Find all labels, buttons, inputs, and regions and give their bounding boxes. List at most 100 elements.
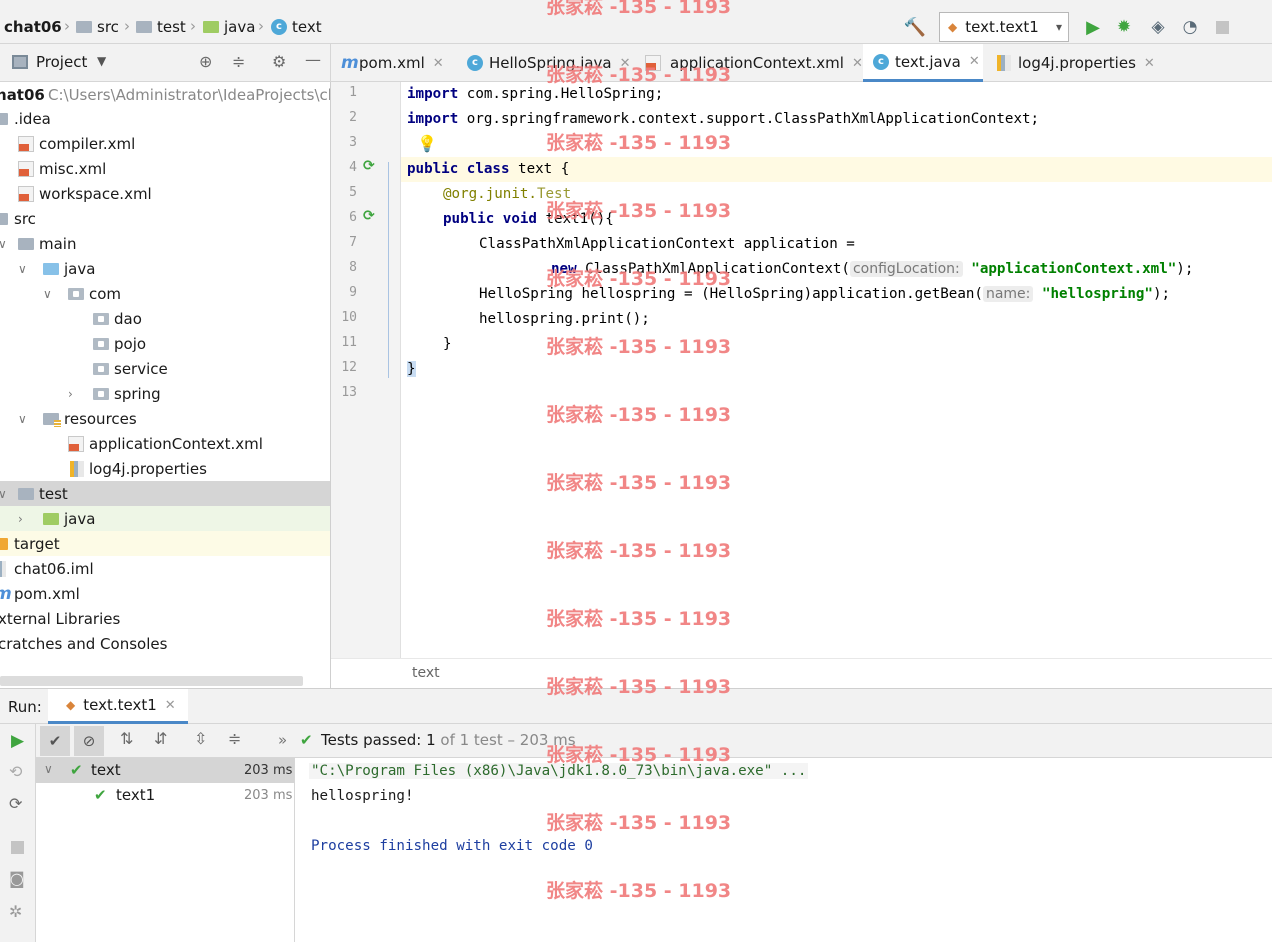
code-editor[interactable]: 1 2 3 4 5 6 7 8 9 10 11 12 13 ⟳ ⟳ 💡 impo… [331, 82, 1272, 658]
chevron-down-icon[interactable]: ∨ [44, 762, 53, 776]
show-ignored-icon[interactable]: ⊘ [74, 726, 104, 756]
code-line-12: } [407, 361, 416, 377]
chevron-right-icon[interactable]: › [18, 512, 30, 526]
chevron-right-icon[interactable]: › [68, 387, 80, 401]
lightbulb-icon[interactable]: 💡 [417, 134, 437, 153]
tab-label: log4j.properties [1018, 54, 1136, 72]
minimize-icon[interactable]: — [305, 50, 321, 69]
test-row-text1[interactable]: ✔ text1 203 ms [36, 783, 294, 808]
chevron-down-icon[interactable]: ∨ [0, 237, 10, 251]
resources-folder-icon [43, 412, 61, 427]
tree-label: dao [114, 309, 142, 328]
chevron-down-icon[interactable]: ∨ [18, 412, 30, 426]
stop-icon[interactable] [1210, 15, 1234, 39]
tree-node-idea[interactable]: .idea [0, 106, 330, 131]
locate-icon[interactable]: ⊕ [199, 52, 212, 71]
root-label: hchat06at06 [0, 85, 45, 104]
build-hammer-icon[interactable]: 🔨 [902, 14, 928, 40]
tree-node-log4j-properties[interactable]: log4j.properties [0, 456, 330, 481]
watermark-text: 张家菘 -135 - 1193 [546, 608, 732, 630]
run-icon[interactable]: ▶ [1081, 15, 1105, 39]
breadcrumb-project[interactable]: chat06 [4, 16, 62, 38]
editor-breadcrumb-item[interactable]: text [412, 665, 440, 681]
tree-node-com[interactable]: ∨ com [0, 281, 330, 306]
close-icon[interactable]: ✕ [852, 56, 863, 71]
tree-node-applicationcontext-xml[interactable]: applicationContext.xml [0, 431, 330, 456]
tree-node-pom-xml[interactable]: mpom.xml [0, 581, 330, 606]
horizontal-scrollbar[interactable] [0, 676, 303, 686]
expand-all-icon[interactable]: ⇳ [194, 729, 207, 748]
tree-node-service[interactable]: service [0, 356, 330, 381]
package-icon [93, 362, 109, 375]
tree-node-workspace-xml[interactable]: workspace.xml [0, 181, 330, 206]
test-row-text[interactable]: ∨ ✔ text 203 ms [36, 758, 294, 783]
sort-alpha-icon[interactable]: ⇅ [120, 729, 133, 748]
profile-icon[interactable]: ◔ [1178, 15, 1202, 39]
tree-node-dao[interactable]: dao [0, 306, 330, 331]
tree-node-test-java[interactable]: › java [0, 506, 330, 531]
tree-node-spring[interactable]: › spring [0, 381, 330, 406]
gear-icon[interactable]: ⚙ [272, 52, 286, 71]
debug-icon[interactable]: ✹ [1112, 15, 1136, 39]
line-number: 6 [349, 210, 357, 225]
breadcrumb-text[interactable]: c text [271, 16, 322, 38]
stop-icon[interactable] [11, 841, 24, 854]
tree-node-pojo[interactable]: pojo [0, 331, 330, 356]
run-config-select[interactable]: ◆ text.text1 ▾ [939, 12, 1069, 42]
collapse-all-icon[interactable]: ≑ [232, 52, 245, 71]
tree-node-main-java[interactable]: ∨ java [0, 256, 330, 281]
tree-node-external-libraries[interactable]: xternal Libraries [0, 606, 330, 631]
sort-duration-icon[interactable]: ⇵ [154, 729, 167, 748]
line-number: 2 [349, 110, 357, 125]
xml-file-icon [18, 185, 34, 202]
show-passed-icon[interactable]: ✔ [40, 726, 70, 756]
console-output[interactable]: "C:\Program Files (x86)\Java\jdk1.8.0_73… [295, 758, 1272, 942]
chevron-down-icon[interactable]: ∨ [43, 287, 55, 301]
tree-node-chat06-iml[interactable]: chat06.iml [0, 556, 330, 581]
test-time: 203 ms [244, 788, 293, 803]
close-icon[interactable]: ✕ [165, 698, 176, 713]
tab-log4j-properties[interactable]: log4j.properties ✕ [987, 44, 1167, 82]
console-line: hellospring! [311, 788, 414, 804]
close-icon[interactable]: ✕ [433, 56, 444, 71]
check-icon: ✔ [70, 761, 83, 779]
breadcrumb-test[interactable]: test [136, 16, 186, 38]
tree-label: java [64, 509, 96, 528]
coverage-icon[interactable]: ◈ [1146, 15, 1170, 39]
watermark-text: 张家菘 -135 - 1193 [546, 64, 732, 86]
project-panel-title[interactable]: Project [36, 53, 87, 71]
tree-node-src[interactable]: src [0, 206, 330, 231]
tab-pom-xml[interactable]: m pom.xml ✕ [331, 44, 453, 82]
tree-node-compiler-xml[interactable]: compiler.xml [0, 131, 330, 156]
run-test-gutter-icon[interactable]: ⟳ [363, 208, 375, 224]
rerun-icon[interactable]: ▶ [11, 731, 24, 751]
tree-node-root[interactable]: hchat06at06C:\Users\Administrator\IdeaPr… [0, 82, 330, 107]
tab-text-java[interactable]: c text.java ✕ [863, 44, 983, 82]
tree-node-target[interactable]: target [0, 531, 330, 556]
chevron-down-icon[interactable]: ∨ [0, 487, 10, 501]
tree-node-test[interactable]: ∨ test [0, 481, 330, 506]
tree-node-resources[interactable]: ∨ resources [0, 406, 330, 431]
toggle-auto-test-icon[interactable]: ⟳ [9, 794, 22, 813]
tree-label: applicationContext.xml [89, 434, 263, 453]
collapse-all-icon[interactable]: ≑ [228, 729, 241, 748]
tree-label: pom.xml [14, 584, 80, 603]
chevron-down-icon[interactable]: ∨ [18, 262, 30, 276]
run-test-gutter-icon[interactable]: ⟳ [363, 158, 375, 174]
breadcrumb-src[interactable]: src [76, 16, 119, 38]
camera-icon[interactable]: ◙ [9, 869, 25, 888]
chevron-down-icon[interactable]: ▼ [97, 54, 106, 68]
rerun-failed-icon[interactable]: ⟲ [9, 762, 22, 781]
close-icon[interactable]: ✕ [969, 54, 980, 69]
breadcrumb-java-label: java [224, 18, 256, 36]
settings-icon[interactable]: ✲ [9, 902, 22, 921]
close-icon[interactable]: ✕ [1144, 56, 1155, 71]
chevron-double-right-icon[interactable]: » [278, 731, 287, 749]
tab-label: pom.xml [359, 54, 425, 72]
tree-node-main[interactable]: ∨ main [0, 231, 330, 256]
breadcrumb-java[interactable]: java [203, 16, 255, 38]
run-tab-text-text1[interactable]: ◆ text.text1 ✕ [48, 689, 188, 724]
breadcrumb-test-label: test [157, 18, 186, 36]
tree-node-scratches[interactable]: cratches and Consoles [0, 631, 330, 656]
tree-node-misc-xml[interactable]: misc.xml [0, 156, 330, 181]
